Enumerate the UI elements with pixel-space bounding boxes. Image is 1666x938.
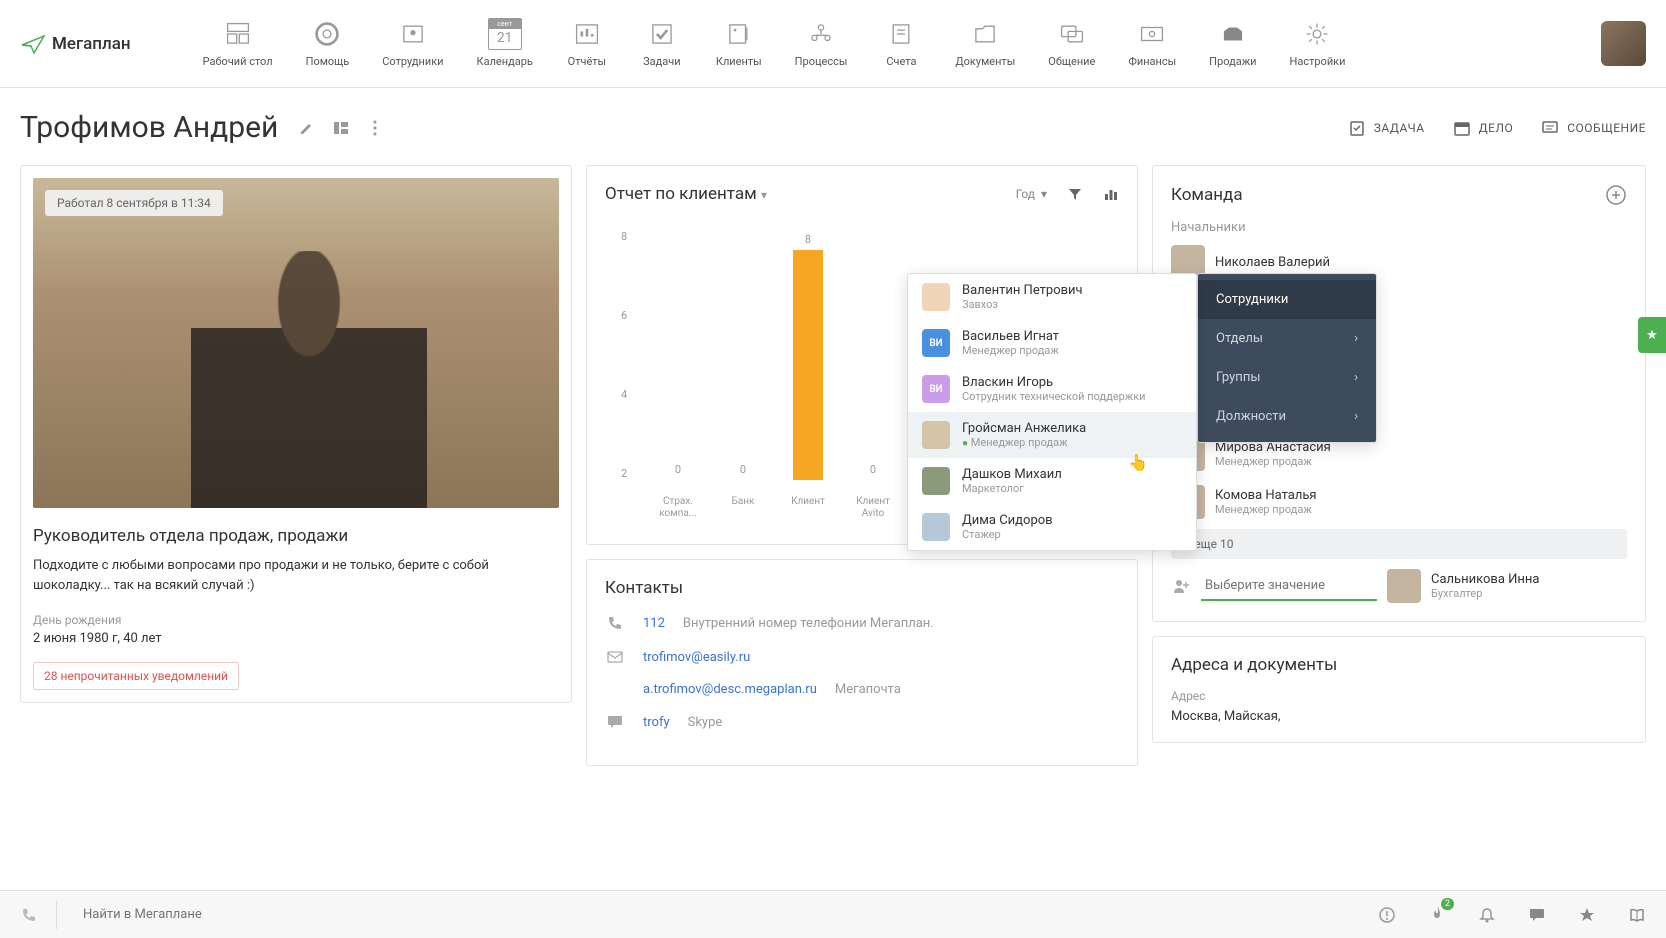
message-button[interactable]: СООБЩЕНИЕ bbox=[1541, 119, 1646, 137]
address-title: Адреса и документы bbox=[1171, 655, 1627, 675]
book-icon[interactable] bbox=[1628, 906, 1646, 924]
nav-Задачи[interactable]: Задачи bbox=[627, 13, 697, 74]
bar-0: 0 bbox=[655, 463, 701, 480]
team-title: Команда bbox=[1171, 185, 1243, 205]
logo[interactable]: Мегаплан bbox=[20, 33, 131, 55]
logo-text: Мегаплан bbox=[52, 34, 131, 54]
nav-Помощь[interactable]: Помощь bbox=[292, 13, 364, 74]
range-select[interactable]: Год ▾ bbox=[1016, 187, 1047, 201]
unread-badge[interactable]: 28 непрочитанных уведомлений bbox=[33, 662, 239, 690]
report-title[interactable]: Отчет по клиентам ▾ bbox=[605, 184, 767, 204]
category-option[interactable]: Сотрудники bbox=[1198, 280, 1376, 319]
last-seen-badge: Работал 8 сентября в 11:34 bbox=[45, 190, 223, 216]
avatar[interactable] bbox=[1601, 21, 1646, 66]
employee-option[interactable]: Дима СидоровСтажер bbox=[908, 504, 1196, 550]
email-icon bbox=[605, 648, 625, 666]
bio-text: Подходите с любыми вопросами про продажи… bbox=[33, 556, 559, 595]
nav-Процессы[interactable]: Процессы bbox=[781, 13, 862, 74]
category-option[interactable]: Отделы› bbox=[1198, 319, 1376, 358]
bday-label: День рождения bbox=[33, 613, 559, 627]
side-tab[interactable]: ★ bbox=[1638, 317, 1666, 353]
phone-number[interactable]: 112 bbox=[643, 616, 665, 631]
role-title: Руководитель отдела продаж, продажи bbox=[33, 526, 559, 546]
profile-card: Работал 8 сентября в 11:34 Руководитель … bbox=[20, 165, 572, 703]
top-nav: Мегаплан Рабочий столПомощьСотрудникисен… bbox=[0, 0, 1666, 88]
layout-icon[interactable] bbox=[332, 119, 350, 137]
page-header: Трофимов Андрей ЗАДАЧА ДЕЛО СООБЩЕНИЕ bbox=[20, 110, 1646, 145]
nav-Общение[interactable]: Общение bbox=[1034, 13, 1109, 74]
footer-bar bbox=[0, 890, 1666, 938]
nav-Финансы[interactable]: Финансы bbox=[1114, 13, 1190, 74]
star-icon[interactable] bbox=[1578, 906, 1596, 924]
nav-Рабочий стол[interactable]: Рабочий стол bbox=[189, 13, 287, 74]
nav-Счета[interactable]: Счета bbox=[866, 13, 936, 74]
category-option[interactable]: Должности› bbox=[1198, 397, 1376, 436]
bosses-label: Начальники bbox=[1171, 220, 1627, 235]
email-2-note: Мегапочта bbox=[835, 682, 901, 697]
task-button[interactable]: ЗАДАЧА bbox=[1348, 119, 1425, 137]
skype-id[interactable]: trofy bbox=[643, 715, 670, 730]
add-employee-input[interactable] bbox=[1201, 572, 1377, 601]
email-2[interactable]: a.trofimov@desc.megaplan.ru bbox=[643, 682, 817, 697]
page-title: Трофимов Андрей bbox=[20, 110, 278, 145]
address-card: Адреса и документы Адрес Москва, Майская… bbox=[1152, 636, 1646, 743]
logo-icon bbox=[20, 33, 46, 55]
filter-icon[interactable] bbox=[1067, 186, 1083, 202]
bell-icon[interactable] bbox=[1478, 906, 1496, 924]
category-option[interactable]: Группы› bbox=[1198, 358, 1376, 397]
phone-icon bbox=[605, 614, 625, 632]
phone-footer-icon[interactable] bbox=[20, 906, 38, 924]
address-label: Адрес bbox=[1171, 689, 1627, 703]
employee-option[interactable]: ВИВласкин ИгорьСотрудник технической под… bbox=[908, 366, 1196, 412]
employee-option[interactable]: Гройсман Анжелика● Менеджер продаж bbox=[908, 412, 1196, 458]
employee-option[interactable]: ВИВасильев ИгнатМенеджер продаж bbox=[908, 320, 1196, 366]
add-icon[interactable] bbox=[1605, 184, 1627, 206]
nav-Отчёты[interactable]: Отчёты bbox=[552, 13, 622, 74]
team-member[interactable]: Сальникова ИннаБухгалтер bbox=[1387, 569, 1617, 603]
nav-Настройки[interactable]: Настройки bbox=[1275, 13, 1359, 74]
category-dropdown: СотрудникиОтделы›Группы›Должности› bbox=[1197, 273, 1377, 443]
nav-Документы[interactable]: Документы bbox=[941, 13, 1029, 74]
address-value: Москва, Майская, bbox=[1171, 709, 1627, 724]
nav-Продажи[interactable]: Продажи bbox=[1195, 13, 1270, 74]
nav-Календарь[interactable]: сент21Календарь bbox=[463, 13, 547, 74]
employee-dropdown: Валентин ПетровичЗавхозВИВасильев ИгнатМ… bbox=[907, 273, 1197, 551]
chat-icon bbox=[605, 713, 625, 731]
contacts-title: Контакты bbox=[605, 578, 1119, 598]
nav-Сотрудники[interactable]: Сотрудники bbox=[368, 13, 457, 74]
bar-1: 0 bbox=[720, 463, 766, 480]
email-1[interactable]: trofimov@easily.ru bbox=[643, 650, 750, 665]
contacts-card: Контакты 112 Внутренний номер телефонии … bbox=[586, 559, 1138, 766]
bar-3: 0 bbox=[850, 463, 896, 480]
search-input[interactable] bbox=[75, 899, 975, 930]
bar-2: 8 bbox=[785, 233, 831, 480]
skype-note: Skype bbox=[688, 715, 723, 730]
more-link[interactable]: ть еще 10 bbox=[1171, 529, 1627, 559]
edit-icon[interactable] bbox=[298, 119, 316, 137]
profile-photo: Работал 8 сентября в 11:34 bbox=[33, 178, 559, 508]
employee-option[interactable]: Валентин ПетровичЗавхоз bbox=[908, 274, 1196, 320]
cursor-icon: 👆 bbox=[1128, 453, 1148, 472]
employee-option[interactable]: Дашков МихаилМаркетолог bbox=[908, 458, 1196, 504]
phone-note: Внутренний номер телефонии Мегаплан. bbox=[683, 616, 934, 631]
team-member[interactable]: Комова НатальяМенеджер продаж bbox=[1171, 485, 1401, 519]
chart-icon[interactable] bbox=[1103, 186, 1119, 202]
more-icon[interactable] bbox=[366, 119, 384, 137]
deal-button[interactable]: ДЕЛО bbox=[1453, 119, 1514, 137]
info-icon[interactable] bbox=[1378, 906, 1396, 924]
fire-icon[interactable] bbox=[1428, 904, 1446, 926]
messages-icon[interactable] bbox=[1528, 906, 1546, 924]
person-add-icon bbox=[1171, 576, 1191, 596]
bday-value: 2 июня 1980 г, 40 лет bbox=[33, 631, 559, 646]
nav-Клиенты[interactable]: Клиенты bbox=[702, 13, 776, 74]
